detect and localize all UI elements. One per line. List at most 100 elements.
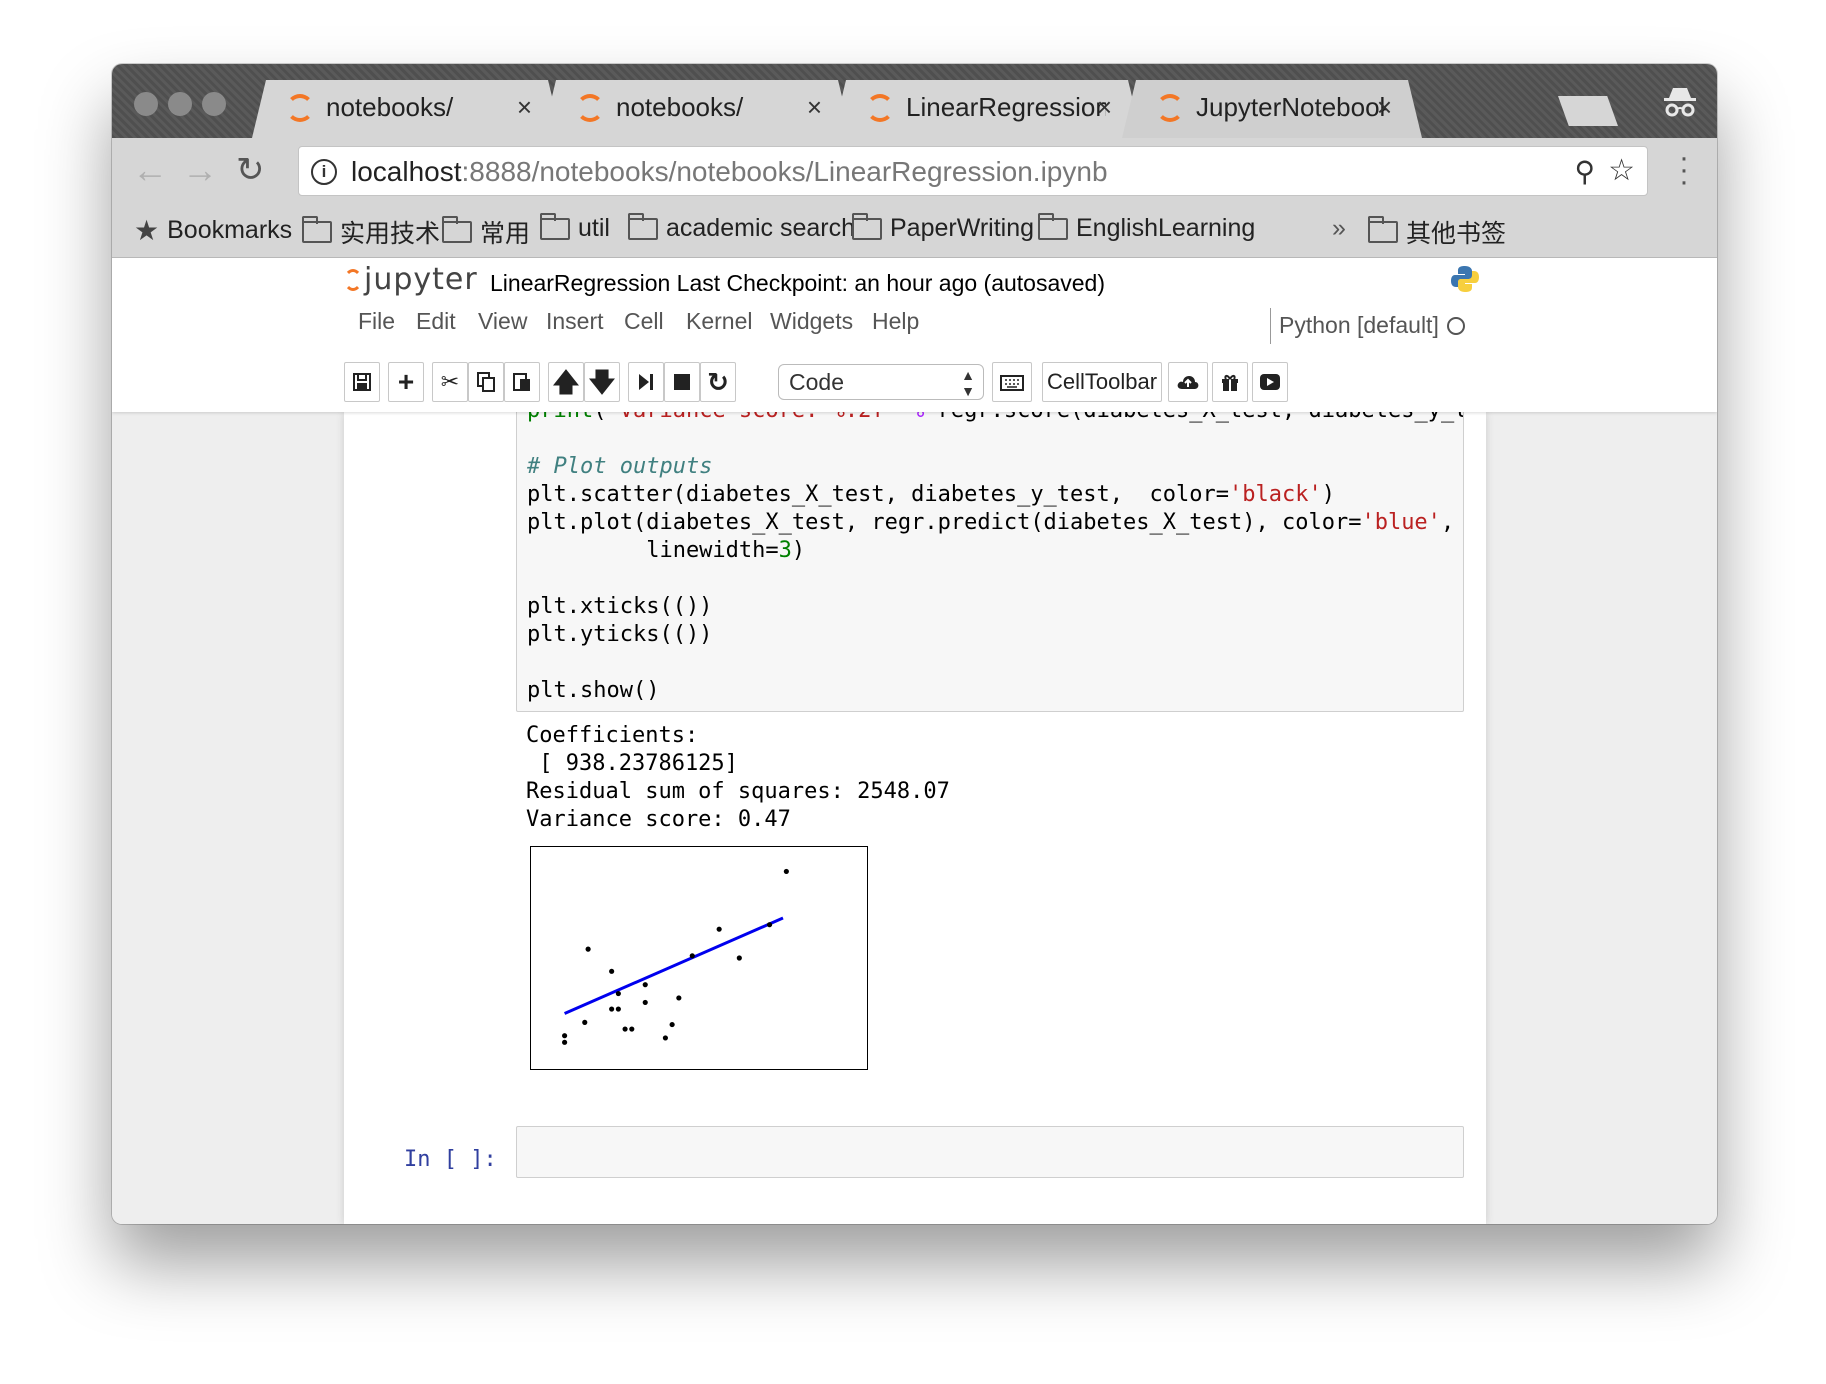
- bookmark-folder[interactable]: util: [540, 212, 610, 243]
- scatter-point: [615, 1006, 621, 1012]
- bookmark-star-icon[interactable]: ☆: [1608, 153, 1635, 188]
- bookmarks-overflow-button[interactable]: »: [1332, 214, 1346, 243]
- folder-icon: [852, 212, 882, 240]
- menu-view[interactable]: View: [478, 308, 527, 335]
- jupyter-logo-text: jupyter: [364, 262, 478, 297]
- reload-icon[interactable]: ↻: [236, 150, 265, 190]
- scatter-point: [562, 1033, 568, 1039]
- insert-cell-button[interactable]: +: [388, 362, 424, 402]
- scatter-point: [609, 1006, 615, 1012]
- paste-icon: [513, 373, 530, 391]
- step-forward-icon: [639, 374, 653, 390]
- select-arrows-icon: ▲ ▼: [961, 367, 975, 399]
- scatter-point: [669, 1022, 675, 1028]
- close-window-button[interactable]: [134, 92, 158, 116]
- menu-widgets[interactable]: Widgets: [770, 308, 853, 335]
- tab-title: LinearRegression: [906, 92, 1106, 122]
- bookmarks-label: Bookmarks: [167, 216, 293, 244]
- jupyter-favicon-icon: [576, 94, 604, 122]
- regression-line: [564, 916, 784, 1015]
- tab-title: JupyterNotebookT: [1196, 92, 1380, 122]
- celltoolbar-button[interactable]: CellToolbar: [1042, 362, 1162, 402]
- bookmark-folder-label: EnglishLearning: [1076, 214, 1256, 242]
- paste-button[interactable]: [504, 362, 540, 402]
- bookmark-folder[interactable]: PaperWriting: [852, 212, 1034, 243]
- jupyter-logo-icon: [344, 269, 362, 291]
- menu-kernel[interactable]: Kernel: [686, 308, 752, 335]
- move-up-button[interactable]: 🡅: [548, 362, 584, 402]
- bookmark-folder[interactable]: EnglishLearning: [1038, 212, 1256, 243]
- folder-icon: [1368, 216, 1398, 243]
- scatter-point: [609, 968, 615, 974]
- browser-tab[interactable]: notebooks/ ×: [542, 80, 852, 138]
- browser-tab[interactable]: notebooks/ ×: [252, 80, 562, 138]
- tab-close-icon[interactable]: ×: [807, 92, 822, 123]
- site-info-icon[interactable]: i: [311, 159, 337, 185]
- bookmark-folder[interactable]: academic search: [628, 212, 855, 243]
- forward-arrow-icon[interactable]: →: [182, 150, 218, 190]
- folder-icon: [628, 212, 658, 240]
- python-logo-icon: [1451, 266, 1479, 292]
- menu-help[interactable]: Help: [872, 308, 919, 335]
- notebook-name[interactable]: LinearRegression: [490, 270, 670, 296]
- gift-button[interactable]: [1212, 362, 1248, 402]
- url-path: :8888/notebooks/notebooks/LinearRegressi…: [461, 156, 1108, 187]
- browser-tab[interactable]: LinearRegression ×: [832, 80, 1142, 138]
- star-icon: ★: [134, 215, 160, 246]
- zoom-icon[interactable]: ⚲: [1574, 155, 1595, 188]
- keyboard-icon: [1000, 375, 1024, 391]
- cell-type-select[interactable]: Code ▲ ▼: [778, 364, 984, 400]
- bookmark-folder-label: 实用技术: [340, 220, 441, 248]
- tab-close-icon[interactable]: ×: [1377, 92, 1392, 123]
- cell-type-value: Code: [789, 369, 844, 395]
- scatter-plot: [530, 846, 868, 1070]
- browser-menu-icon[interactable]: · · ·: [1679, 143, 1689, 197]
- cell-output-text: Coefficients: [ 938.23786125] Residual su…: [526, 722, 950, 834]
- jupyter-logo[interactable]: jupyter: [344, 262, 478, 297]
- bookmarks-button[interactable]: ★ Bookmarks: [134, 214, 292, 247]
- tab-title: notebooks/: [326, 92, 454, 122]
- cloud-upload-icon: [1177, 376, 1199, 389]
- command-palette-button[interactable]: [992, 362, 1032, 402]
- new-tab-button[interactable]: [1558, 96, 1618, 126]
- tab-strip: notebooks/ × notebooks/ × LinearRegressi…: [112, 64, 1717, 138]
- cut-button[interactable]: ✂: [432, 362, 468, 402]
- empty-code-cell[interactable]: [516, 1126, 1464, 1178]
- kernel-indicator: Python [default]: [1270, 308, 1465, 344]
- folder-icon: [302, 216, 332, 243]
- output-line: Coefficients:: [526, 723, 699, 748]
- copy-button[interactable]: [468, 362, 504, 402]
- interrupt-kernel-button[interactable]: [664, 362, 700, 402]
- restart-kernel-button[interactable]: ↻: [700, 362, 736, 402]
- other-bookmarks-label: 其他书签: [1406, 220, 1507, 248]
- scatter-point: [582, 1019, 588, 1025]
- maximize-window-button[interactable]: [202, 92, 226, 116]
- scatter-point: [629, 1026, 635, 1032]
- menu-cell[interactable]: Cell: [624, 308, 664, 335]
- jupyter-favicon-icon: [1156, 94, 1184, 122]
- bookmark-folder[interactable]: 实用技术: [302, 214, 440, 250]
- back-arrow-icon[interactable]: ←: [132, 150, 168, 190]
- tab-close-icon[interactable]: ×: [517, 92, 532, 123]
- browser-toolbar: ← → ↻ i localhost:8888/notebooks/noteboo…: [112, 138, 1717, 202]
- present-button[interactable]: [1252, 362, 1288, 402]
- notebook-container: print('Variance score: %.2f' % regr.scor…: [344, 392, 1486, 1224]
- run-cell-button[interactable]: [628, 362, 664, 402]
- other-bookmarks-folder[interactable]: 其他书签: [1368, 214, 1506, 250]
- tab-title: notebooks/: [616, 92, 744, 122]
- bookmark-folder[interactable]: 常用: [442, 214, 530, 250]
- menu-edit[interactable]: Edit: [416, 308, 456, 335]
- code-cell-input[interactable]: print('Variance score: %.2f' % regr.scor…: [516, 392, 1464, 712]
- bookmark-folder-label: academic search: [666, 214, 855, 242]
- minimize-window-button[interactable]: [168, 92, 192, 116]
- address-bar[interactable]: i localhost:8888/notebooks/notebooks/Lin…: [298, 146, 1648, 196]
- upload-button[interactable]: [1168, 362, 1208, 402]
- scatter-point: [676, 995, 682, 1001]
- menu-file[interactable]: File: [358, 308, 395, 335]
- tab-close-icon[interactable]: ×: [1097, 92, 1112, 123]
- url-host: localhost: [351, 156, 462, 187]
- menu-insert[interactable]: Insert: [546, 308, 604, 335]
- save-button[interactable]: [344, 362, 380, 402]
- move-down-button[interactable]: 🡇: [584, 362, 620, 402]
- browser-tab[interactable]: JupyterNotebookT ×: [1122, 80, 1422, 138]
